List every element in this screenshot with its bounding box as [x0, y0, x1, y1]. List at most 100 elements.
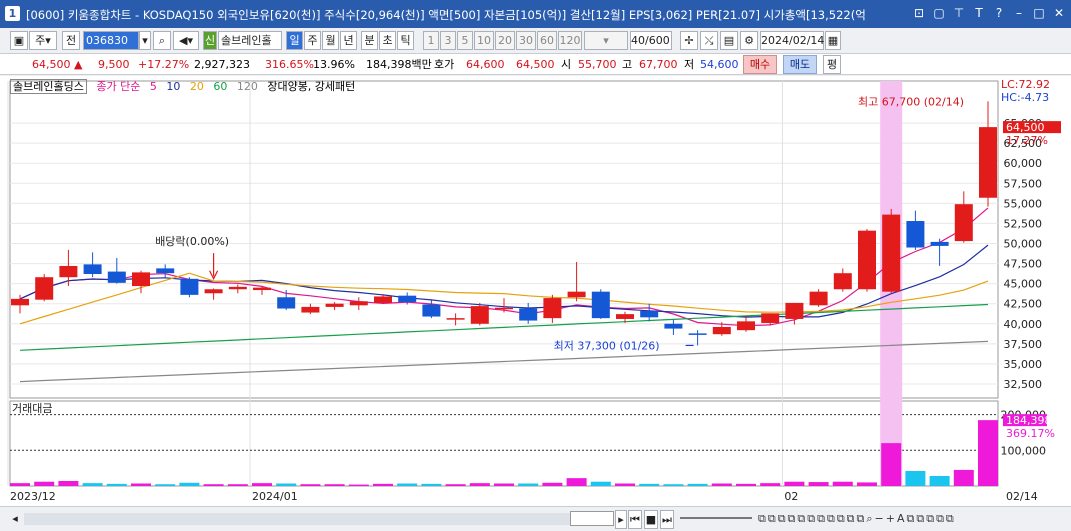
minute-60[interactable]: 60 — [537, 31, 557, 50]
scroll-thumb[interactable] — [570, 511, 614, 526]
crosshair-icon[interactable]: ✢ — [680, 31, 698, 50]
minute-30[interactable]: 30 — [516, 31, 536, 50]
ask-price: 64,600 — [466, 58, 505, 71]
stock-chart[interactable]: 32,500 35,000 37,500 40,000 42,500 45,000 47,5… — [0, 76, 1071, 506]
volume: 2,927,323 — [194, 58, 250, 71]
volume-bar — [276, 483, 297, 486]
legend-ma10: 10 — [166, 80, 181, 93]
volume-bar — [687, 483, 708, 486]
minute-5[interactable]: 5 — [457, 31, 473, 50]
first-icon[interactable]: ⏮ — [628, 510, 642, 529]
candle-body — [156, 268, 175, 274]
tab-minute[interactable]: 분 — [361, 31, 378, 50]
volume-bar — [82, 483, 103, 486]
candle-body — [470, 306, 489, 324]
tab-second[interactable]: 초 — [379, 31, 396, 50]
candle-body — [325, 303, 344, 307]
prev-button[interactable]: 전 — [62, 31, 80, 50]
buy-button[interactable]: 매수 — [743, 55, 777, 74]
date-input[interactable]: 2024/02/14 — [760, 31, 824, 50]
current-price: 64,500 ▲ — [32, 58, 83, 71]
hc-label: HC:-4.73 — [1001, 91, 1049, 104]
candle-body — [277, 297, 296, 309]
layout-icon[interactable]: ▢ — [931, 5, 947, 21]
candle-body — [495, 307, 513, 310]
tab-week[interactable]: 주 — [304, 31, 321, 50]
stop-icon[interactable]: ■ — [644, 510, 658, 529]
lc-label: LC:72.92 — [1001, 78, 1050, 91]
code-dropdown-icon[interactable]: ▾ — [139, 31, 151, 50]
flat-button[interactable]: 평 — [823, 55, 841, 74]
candle-body — [11, 298, 29, 306]
minute-1[interactable]: 1 — [423, 31, 439, 50]
calendar-icon[interactable]: ▦ — [825, 31, 841, 50]
high-price: 67,700 — [639, 58, 678, 71]
chart-tools-icons[interactable]: ⧉⧉⧉⧉⧉⧉⧉⧉⧉⧉⧉⌕−+A⧉⧉⧉⧉⧉ — [758, 512, 956, 526]
toolbar: ▣ 주▾ 전 036830 ▾ ⌕ ◀▾ 신 솔브레인홀 일 주 월 년 분 초… — [0, 28, 1071, 54]
candle-body — [398, 295, 417, 303]
candle-body — [688, 333, 707, 335]
scroll-left-icon[interactable]: ◂ — [8, 510, 22, 529]
candle-body — [954, 204, 973, 242]
minute-3[interactable]: 3 — [440, 31, 456, 50]
volume-bar — [736, 483, 756, 486]
font-icon[interactable]: T — [971, 5, 987, 21]
pin-icon[interactable]: ⊤ — [951, 5, 967, 21]
period-select[interactable]: 주▾ — [29, 31, 57, 50]
layout-icon[interactable]: ▣ — [10, 31, 28, 50]
legend-stock-name[interactable]: 솔브레인홀딩스 — [10, 79, 87, 94]
minute-20[interactable]: 20 — [495, 31, 515, 50]
volume-bar — [857, 482, 877, 486]
volume-bar — [639, 483, 660, 486]
maximize-icon[interactable]: □ — [1031, 5, 1047, 21]
price-tick-label: 35,000 — [1004, 358, 1043, 371]
candle-body — [591, 291, 610, 319]
save-icon[interactable]: ▤ — [720, 31, 738, 50]
candle-body — [83, 264, 102, 274]
candle-body — [543, 298, 562, 319]
sell-button[interactable]: 매도 — [783, 55, 817, 74]
volume-bar — [106, 483, 127, 486]
volume-bar — [615, 483, 635, 486]
zoom-slider[interactable] — [680, 517, 752, 519]
price-tick-label: 45,000 — [1004, 278, 1043, 291]
count-input[interactable]: 40/600 — [630, 31, 672, 50]
candle-body — [519, 308, 538, 321]
minute-120[interactable]: 120 — [558, 31, 582, 50]
minimize-icon[interactable]: – — [1011, 5, 1027, 21]
last-date-label: 02/14 — [1006, 490, 1038, 503]
tab-month[interactable]: 월 — [322, 31, 339, 50]
candle-body — [930, 241, 949, 246]
period-label: 주 — [35, 34, 46, 47]
gear-icon[interactable]: ⚙ — [740, 31, 758, 50]
scroll-right-icon[interactable]: ▸ — [615, 510, 627, 529]
scroll-track[interactable] — [24, 513, 570, 525]
tab-tick[interactable]: 틱 — [397, 31, 414, 50]
chart-area[interactable]: 32,500 35,000 37,500 40,000 42,500 45,000 47,5… — [0, 76, 1071, 506]
tab-year[interactable]: 년 — [340, 31, 357, 50]
volume-bar — [784, 481, 805, 486]
candle-body — [712, 326, 731, 335]
date-tick-label: 2023/12 — [10, 490, 56, 503]
candle-body — [132, 272, 150, 287]
candle-body — [228, 286, 247, 290]
stock-code-input[interactable]: 036830 — [83, 31, 139, 50]
last-icon[interactable]: ⏭ — [660, 510, 674, 529]
volume-bar — [227, 484, 248, 486]
price-tick-label: 37,500 — [1004, 338, 1043, 351]
minute-10[interactable]: 10 — [474, 31, 494, 50]
volume-bar — [131, 483, 151, 486]
close-icon[interactable]: ✕ — [1051, 5, 1067, 21]
sound-icon[interactable]: ◀▾ — [173, 31, 199, 50]
price-tick-label: 50,000 — [1004, 238, 1043, 251]
search-icon[interactable]: ⌕ — [153, 31, 171, 50]
interval-input[interactable]: ▾ — [584, 31, 628, 50]
candle-body — [204, 289, 223, 294]
ma120-line — [19, 340, 989, 383]
trend-icon[interactable]: ⤯ — [700, 31, 718, 50]
tab-day[interactable]: 일 — [286, 31, 303, 50]
open-price: 55,700 — [578, 58, 617, 71]
pct-tag: 17.27% — [1006, 134, 1048, 147]
link-icon[interactable]: ⊡ — [911, 5, 927, 21]
help-icon[interactable]: ? — [991, 5, 1007, 21]
